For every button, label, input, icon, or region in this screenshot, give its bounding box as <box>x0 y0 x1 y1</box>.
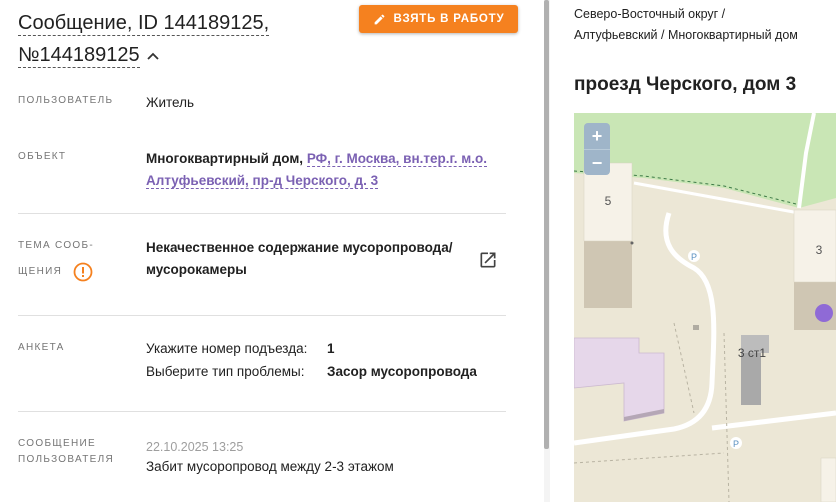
building-3-base <box>794 278 836 330</box>
message-title[interactable]: Сообщение, ID 144189125, №144189125 <box>18 7 348 71</box>
topic-value: Некачественное содержание мусоропровода/… <box>146 237 453 281</box>
topic-line-2: мусорокамеры <box>146 262 247 277</box>
building-3-label: 3 <box>816 243 823 257</box>
pink-building <box>574 337 665 422</box>
breadcrumb-line-1: Северо-Восточный округ / <box>574 7 726 21</box>
object-label: ОБЪЕКТ <box>18 151 67 162</box>
parking-icon: P <box>691 252 697 262</box>
divider <box>18 213 506 214</box>
zoom-out-button[interactable]: − <box>584 150 610 175</box>
map[interactable]: 5 3 3 ст1 P P + − <box>574 113 836 502</box>
location-panel: Северо-Восточный округ / Алтуфьевский / … <box>550 0 836 502</box>
pencil-icon <box>374 14 384 24</box>
message-text: Забит мусоропровод между 2-3 этажом <box>146 459 394 474</box>
building-5-label: 5 <box>605 194 612 208</box>
topic-line-1: Некачественное содержание мусоропровода/ <box>146 240 453 255</box>
object-address-link[interactable]: РФ, г. Москва, вн.тер.г. м.о. <box>306 151 487 167</box>
survey-question: Укажите номер подъезда: <box>146 341 308 356</box>
take-to-work-label: ВЗЯТЬ В РАБОТУ <box>393 13 505 25</box>
chevron-up-icon[interactable] <box>146 51 160 61</box>
user-message-label: СООБЩЕНИЕ <box>18 438 96 449</box>
take-to-work-button[interactable]: ВЗЯТЬ В РАБОТУ <box>359 5 518 33</box>
title-line-1: Сообщение, ID 144189125, <box>18 12 270 36</box>
user-label: ПОЛЬЗОВАТЕЛЬ <box>18 95 114 106</box>
message-date: 22.10.2025 13:25 <box>146 440 244 454</box>
building-3st1-label: 3 ст1 <box>738 346 767 360</box>
divider <box>18 411 506 412</box>
scrollbar-thumb[interactable] <box>544 0 549 449</box>
breadcrumb-line-2: Алтуфьевский / Многоквартирный дом <box>574 28 798 42</box>
breadcrumb: Северо-Восточный округ / Алтуфьевский / … <box>574 4 834 46</box>
location-marker <box>815 304 833 322</box>
survey-label: АНКЕТА <box>18 342 65 353</box>
object-address-link-cont[interactable]: Алтуфьевский, пр-д Черского, д. 3 <box>146 173 379 189</box>
title-line-2: №144189125 <box>18 44 140 68</box>
topic-label: ТЕМА СООБ- <box>18 240 95 251</box>
survey-question: Выберите тип проблемы: <box>146 364 305 379</box>
address-title: проезд Черского, дом 3 <box>574 74 797 95</box>
survey-answer: 1 <box>327 341 335 356</box>
warning-icon <box>73 262 93 282</box>
user-message-label-cont: ПОЛЬЗОВАТЕЛЯ <box>18 454 114 465</box>
building-5-base <box>584 238 632 308</box>
zoom-control: + − <box>584 123 610 175</box>
divider <box>18 315 506 316</box>
object-value: Многоквартирный дом, РФ, г. Москва, вн.т… <box>146 148 487 192</box>
map-canvas[interactable]: 5 3 3 ст1 P P <box>574 113 836 502</box>
object-type: Многоквартирный дом, <box>146 151 304 166</box>
open-external-icon[interactable] <box>478 250 498 270</box>
topic-label-cont: ЩЕНИЯ <box>18 266 63 277</box>
zoom-in-button[interactable]: + <box>584 123 610 150</box>
message-panel: Сообщение, ID 144189125, №144189125 ВЗЯТ… <box>0 0 544 502</box>
user-value: Житель <box>146 95 195 110</box>
survey-answer: Засор мусоропровода <box>327 364 477 379</box>
parking-icon: P <box>733 439 739 449</box>
